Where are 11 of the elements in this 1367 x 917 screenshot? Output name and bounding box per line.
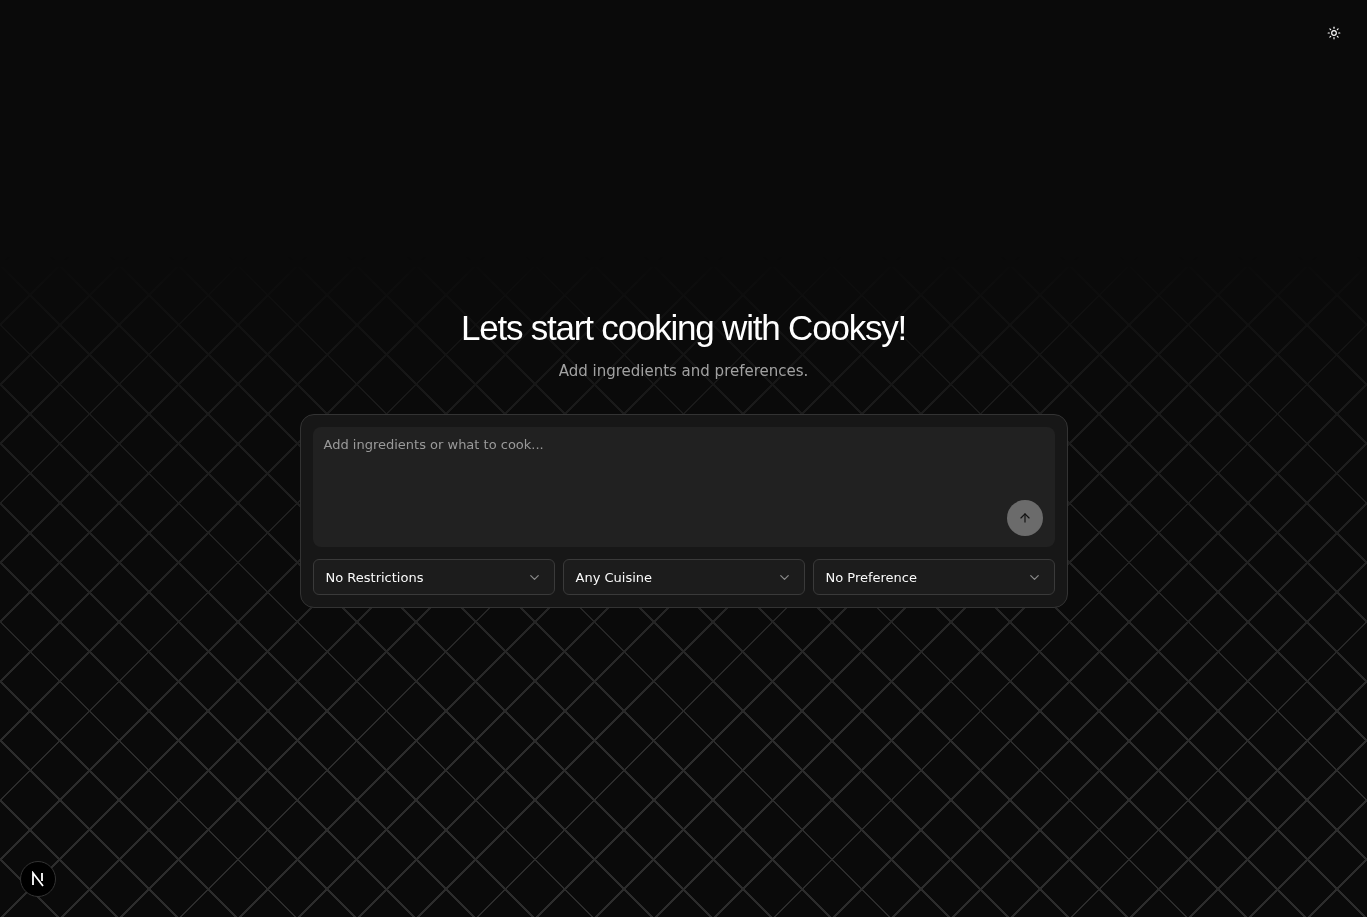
logo-badge[interactable]: [20, 861, 56, 897]
page-subheading: Add ingredients and preferences.: [558, 362, 809, 380]
page-heading: Lets start cooking with Cooksy!: [460, 308, 907, 348]
filter-dropdown[interactable]: No Preference: [812, 559, 1055, 595]
logo-icon: [30, 871, 46, 887]
filter-dropdown[interactable]: No Restrictions: [312, 559, 555, 595]
arrow-up-icon: [1017, 511, 1032, 525]
ingredients-field[interactable]: Add ingredients or what to cook...: [312, 427, 1055, 547]
theme-toggle-button[interactable]: [1325, 24, 1343, 42]
filter-dropdown[interactable]: Any Cuisine: [562, 559, 805, 595]
sun-icon: [1327, 26, 1341, 40]
